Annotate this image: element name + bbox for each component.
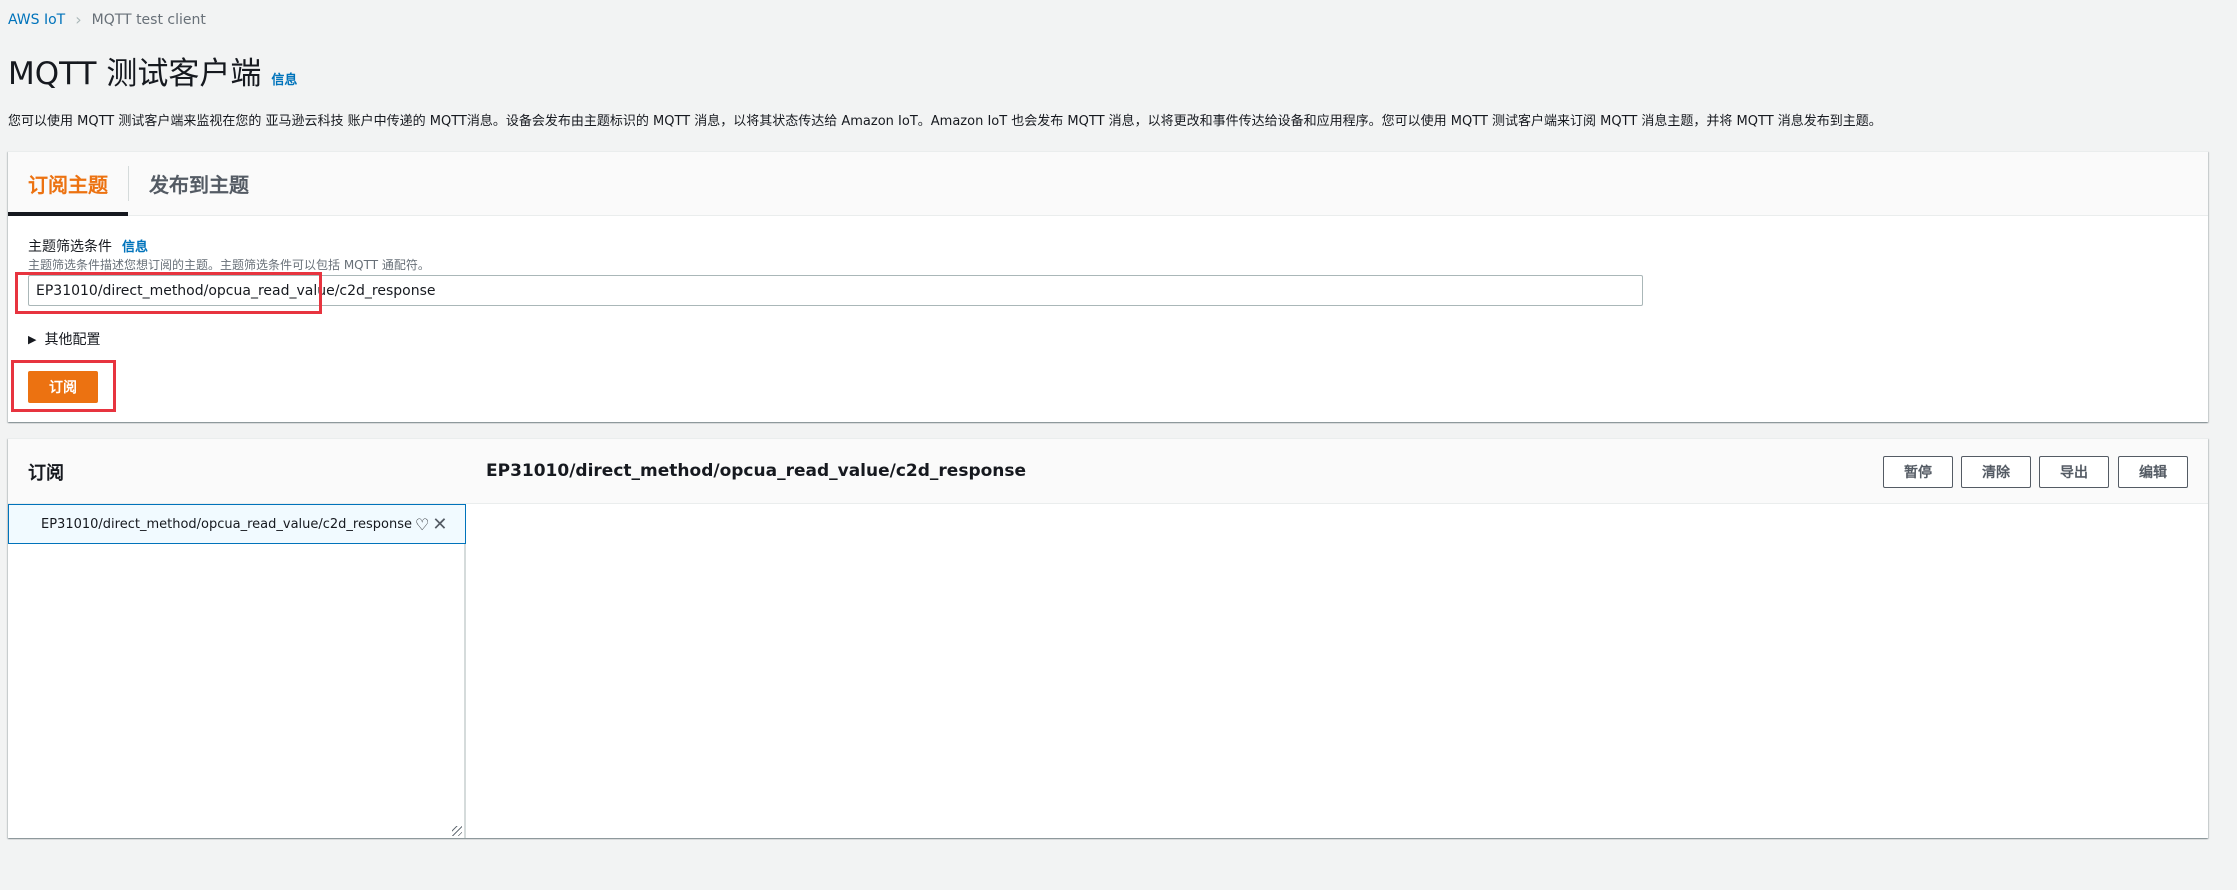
subscription-topic: EP31010/direct_method/opcua_read_value/c… — [41, 516, 412, 532]
subscriptions-header: 订阅 EP31010/direct_method/opcua_read_valu… — [8, 439, 2208, 504]
page-description: 您可以使用 MQTT 测试客户端来监视在您的 亚马逊云科技 账户中传递的 MQT… — [8, 114, 1882, 129]
info-link[interactable]: 信息 — [271, 69, 297, 88]
close-icon[interactable]: ✕ — [432, 514, 447, 535]
additional-config-toggle[interactable]: ▶ 其他配置 — [28, 329, 100, 349]
clear-button[interactable]: 清除 — [1961, 456, 2031, 488]
chevron-right-icon: › — [75, 10, 82, 29]
page-title: MQTT 测试客户端 信息 — [8, 48, 297, 93]
additional-config-label: 其他配置 — [44, 332, 101, 348]
caret-right-icon: ▶ — [28, 332, 37, 346]
topic-filter-label: 主题筛选条件 信息 — [28, 236, 148, 256]
tab-subscribe[interactable]: 订阅主题 — [8, 152, 128, 216]
breadcrumb-aws-iot[interactable]: AWS IoT — [8, 12, 65, 28]
tab-publish[interactable]: 发布到主题 — [129, 152, 269, 215]
pause-button[interactable]: 暂停 — [1883, 456, 1953, 488]
edit-button[interactable]: 编辑 — [2118, 456, 2188, 488]
selected-topic-title: EP31010/direct_method/opcua_read_value/c… — [486, 461, 1027, 481]
topic-filter-info-link[interactable]: 信息 — [122, 236, 148, 255]
heart-icon[interactable]: ♡ — [415, 515, 429, 534]
export-button[interactable]: 导出 — [2039, 456, 2109, 488]
subscription-item[interactable]: EP31010/direct_method/opcua_read_value/c… — [8, 504, 466, 544]
breadcrumb-current: MQTT test client — [91, 11, 206, 28]
highlight-box-input — [15, 272, 322, 314]
subscriptions-panel: 订阅 EP31010/direct_method/opcua_read_valu… — [8, 438, 2208, 838]
highlight-box-button — [11, 360, 116, 412]
resize-handle[interactable] — [452, 826, 462, 836]
subscribe-publish-panel: 订阅主题 发布到主题 主题筛选条件 信息 主题筛选条件描述您想订阅的主题。主题筛… — [8, 151, 2208, 422]
subscriptions-title: 订阅 — [28, 463, 64, 484]
tab-bar: 订阅主题 发布到主题 — [8, 152, 2208, 216]
topic-filter-label-text: 主题筛选条件 — [28, 239, 112, 255]
topic-filter-help: 主题筛选条件描述您想订阅的主题。主题筛选条件可以包括 MQTT 通配符。 — [28, 258, 430, 272]
page-title-text: MQTT 测试客户端 — [8, 56, 262, 92]
breadcrumb: AWS IoT › MQTT test client — [8, 10, 206, 29]
subscription-list: EP31010/direct_method/opcua_read_value/c… — [8, 504, 466, 838]
